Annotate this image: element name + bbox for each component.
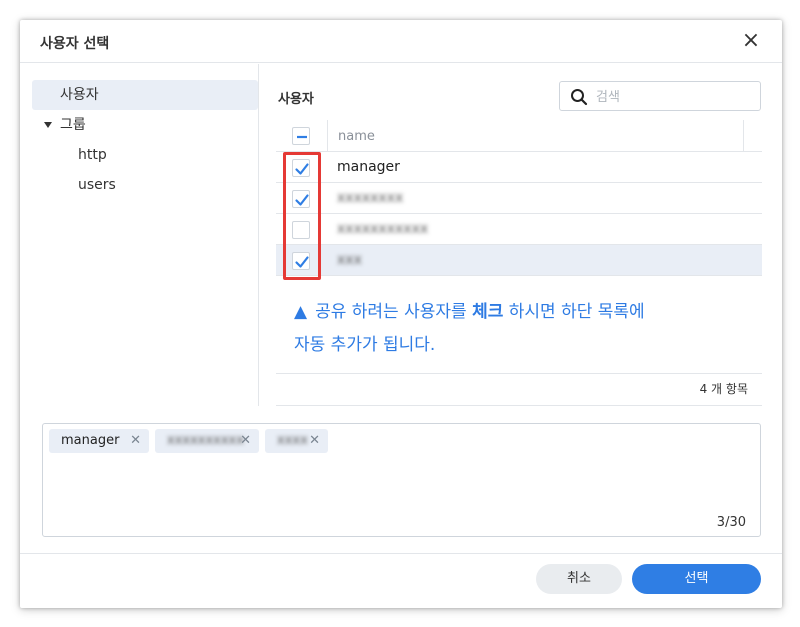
column-separator[interactable] bbox=[743, 120, 744, 151]
redacted-text: xxxxxxxx bbox=[337, 190, 404, 206]
row-username-redacted: xxx bbox=[337, 252, 362, 268]
header-checkbox-cell bbox=[276, 120, 328, 151]
annotation-text: 공유 하려는 사용자를 bbox=[315, 302, 473, 322]
tree-item-label: users bbox=[78, 177, 116, 193]
redacted-text: xxxxxxxxxxx bbox=[337, 221, 429, 237]
selected-tag: xxxx ✕ bbox=[265, 429, 328, 453]
user-select-dialog: 사용자 선택 × 사용자 그룹 http users 사용자 검색 name m… bbox=[20, 20, 782, 608]
annotation-text: 하시면 하단 목록에 bbox=[503, 302, 645, 322]
annotation-line-2: 자동 추가가 됩니다. bbox=[294, 335, 436, 355]
tag-label-redacted: xxxx bbox=[277, 433, 308, 448]
checkbox-highlight-box bbox=[283, 152, 321, 280]
triangle-up-icon: ▲ bbox=[294, 302, 308, 322]
annotation-note: ▲ 공유 하려는 사용자를 체크 하시면 하단 목록에 자동 추가가 됩니다. bbox=[294, 296, 754, 362]
search-input[interactable] bbox=[596, 88, 746, 106]
redacted-text: xxx bbox=[337, 252, 362, 268]
divider bbox=[276, 373, 762, 374]
select-button[interactable]: 선택 bbox=[632, 564, 761, 594]
tree-item-label: 그룹 bbox=[60, 117, 86, 133]
close-icon[interactable]: × bbox=[740, 30, 762, 53]
category-tree: 사용자 그룹 http users bbox=[32, 80, 258, 200]
selected-tag: manager ✕ bbox=[49, 429, 149, 453]
divider bbox=[276, 405, 762, 406]
table-row-selected[interactable]: xxx bbox=[276, 245, 762, 276]
table-row[interactable]: xxxxxxxx bbox=[276, 183, 762, 214]
caret-down-icon[interactable] bbox=[44, 122, 52, 128]
selected-tag: xxxxxxxxxx ✕ bbox=[155, 429, 259, 453]
tag-label-redacted: xxxxxxxxxx bbox=[167, 433, 244, 448]
row-username: manager bbox=[337, 159, 400, 175]
remove-tag-icon[interactable]: ✕ bbox=[309, 429, 320, 453]
dialog-title: 사용자 선택 bbox=[40, 36, 110, 52]
selected-users-box[interactable]: manager ✕ xxxxxxxxxx ✕ xxxx ✕ 3/30 bbox=[42, 423, 761, 537]
tag-label: manager bbox=[61, 433, 120, 448]
user-grid: name manager xxxxxxxx xxxxxxxxxxx xxx bbox=[276, 120, 762, 276]
tree-item-groups[interactable]: 그룹 bbox=[32, 110, 258, 140]
grid-header: name bbox=[276, 120, 762, 152]
dialog-header: 사용자 선택 × bbox=[20, 20, 782, 63]
selection-counter: 3/30 bbox=[716, 515, 746, 530]
annotation-emphasis: 체크 bbox=[472, 302, 504, 322]
table-row[interactable]: manager bbox=[276, 152, 762, 183]
row-username-redacted: xxxxxxxxxxx bbox=[337, 221, 428, 237]
panel-divider bbox=[258, 64, 259, 406]
remove-tag-icon[interactable]: ✕ bbox=[240, 429, 251, 453]
panel-title: 사용자 bbox=[278, 92, 314, 107]
footer-divider bbox=[20, 553, 782, 554]
tree-item-label: 사용자 bbox=[60, 87, 99, 103]
column-header-name[interactable]: name bbox=[338, 129, 375, 144]
tree-item-group-http[interactable]: http bbox=[32, 140, 258, 170]
search-box[interactable] bbox=[559, 81, 761, 111]
remove-tag-icon[interactable]: ✕ bbox=[130, 429, 141, 453]
indeterminate-icon bbox=[297, 135, 307, 139]
select-all-checkbox[interactable] bbox=[292, 127, 310, 145]
tree-item-group-users[interactable]: users bbox=[32, 170, 258, 200]
item-count: 4 개 항목 bbox=[699, 382, 748, 396]
cancel-button[interactable]: 취소 bbox=[536, 564, 622, 594]
row-username-redacted: xxxxxxxx bbox=[337, 190, 403, 206]
tree-item-label: http bbox=[78, 147, 107, 163]
annotation-line-1: ▲ 공유 하려는 사용자를 체크 하시면 하단 목록에 bbox=[294, 296, 754, 329]
search-icon bbox=[571, 89, 588, 106]
tree-item-users[interactable]: 사용자 bbox=[32, 80, 258, 110]
table-row[interactable]: xxxxxxxxxxx bbox=[276, 214, 762, 245]
